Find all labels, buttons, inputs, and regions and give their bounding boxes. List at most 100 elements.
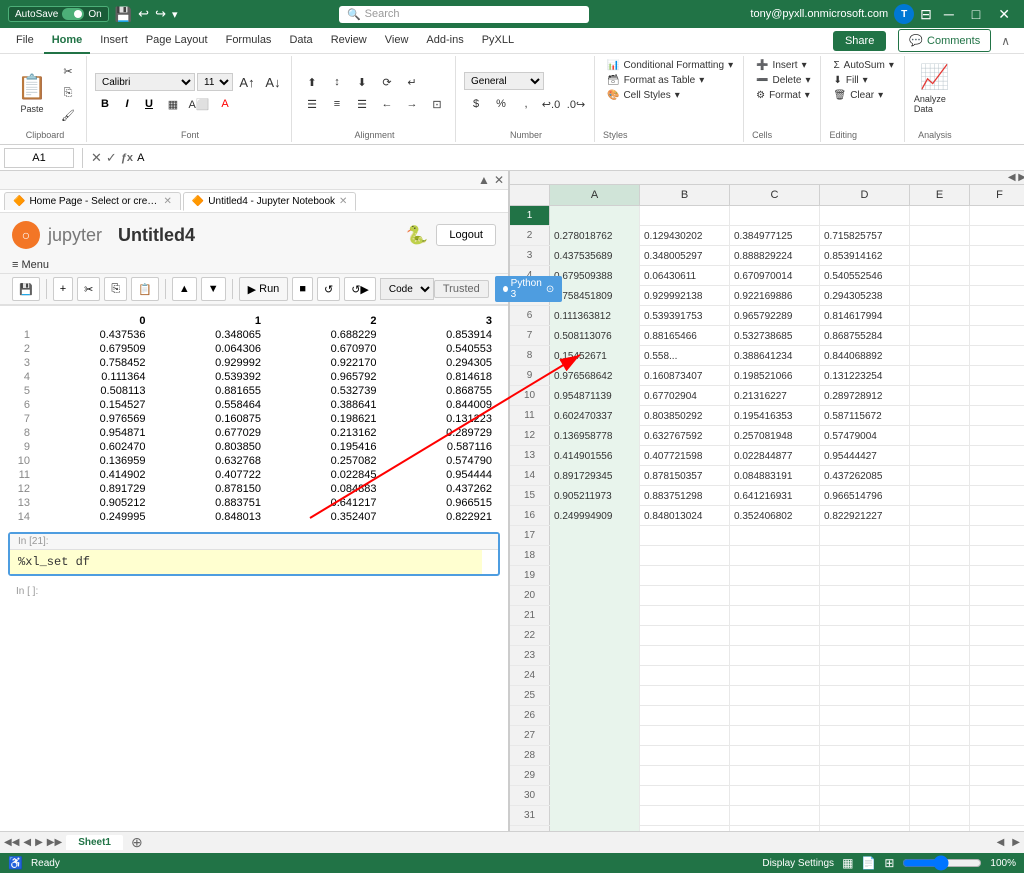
grid-cell[interactable] xyxy=(550,806,640,826)
share-button[interactable]: Share xyxy=(833,31,886,51)
increase-indent-button[interactable]: → xyxy=(400,94,424,114)
grid-cell[interactable] xyxy=(640,586,730,606)
conditional-formatting-button[interactable]: 📊 Conditional Formatting ▾ xyxy=(603,58,737,73)
col-header-d[interactable]: D xyxy=(820,185,910,205)
font-name-select[interactable]: Calibri xyxy=(95,73,195,91)
grid-cell[interactable] xyxy=(820,546,910,566)
customize-icon[interactable]: ▾ xyxy=(172,8,178,21)
grid-cell[interactable] xyxy=(640,626,730,646)
grid-cell[interactable] xyxy=(910,386,970,406)
grid-cell[interactable] xyxy=(550,826,640,831)
delete-cells-button[interactable]: ➖ Delete ▾ xyxy=(752,73,814,88)
grid-cell[interactable] xyxy=(640,766,730,786)
grid-cell[interactable] xyxy=(820,646,910,666)
grid-cell[interactable]: 0.294305238 xyxy=(820,286,910,306)
grid-cell[interactable] xyxy=(550,786,640,806)
autosave-badge[interactable]: AutoSave On xyxy=(8,6,109,22)
grid-cell[interactable] xyxy=(730,586,820,606)
grid-cell[interactable] xyxy=(910,506,970,526)
grid-cell[interactable] xyxy=(730,546,820,566)
sheet-tab-sheet1[interactable]: Sheet1 xyxy=(66,835,123,850)
number-format-select[interactable]: General xyxy=(464,72,544,90)
grid-cell[interactable] xyxy=(550,666,640,686)
grid-cell[interactable] xyxy=(910,806,970,826)
grid-cell[interactable] xyxy=(550,546,640,566)
grid-cell[interactable] xyxy=(970,326,1024,346)
grid-cell[interactable] xyxy=(640,746,730,766)
font-color-button[interactable]: A xyxy=(213,94,237,114)
grid-cell[interactable] xyxy=(910,646,970,666)
grid-cell[interactable] xyxy=(970,366,1024,386)
add-cell-button[interactable]: + xyxy=(53,277,73,301)
currency-button[interactable]: $ xyxy=(464,94,488,114)
grid-cell[interactable] xyxy=(820,686,910,706)
grid-cell[interactable] xyxy=(730,666,820,686)
grid-cell[interactable] xyxy=(820,766,910,786)
cell-styles-button[interactable]: 🎨 Cell Styles ▾ xyxy=(603,88,737,103)
grid-cell[interactable] xyxy=(910,666,970,686)
comments-button[interactable]: 💬 Comments xyxy=(898,29,991,52)
grid-cell[interactable]: 0.15452671 xyxy=(550,346,640,366)
grid-cell[interactable]: 0.929992138 xyxy=(640,286,730,306)
grid-cell[interactable] xyxy=(730,726,820,746)
scroll-sheets-left[interactable]: ◀◀ xyxy=(4,837,19,848)
save-icon[interactable]: 💾 xyxy=(115,6,132,23)
grid-cell[interactable]: 0.679509388 xyxy=(550,266,640,286)
fill-color-button[interactable]: A⬜ xyxy=(187,94,211,114)
grid-cell[interactable]: 0.814617994 xyxy=(820,306,910,326)
font-size-select[interactable]: 11 xyxy=(197,73,233,91)
search-bar[interactable]: 🔍 Search xyxy=(339,6,589,23)
border-button[interactable]: ▦ xyxy=(161,94,185,114)
grid-cell[interactable] xyxy=(640,526,730,546)
grid-cell[interactable]: 0.388641234 xyxy=(730,346,820,366)
save-notebook-button[interactable]: 💾 xyxy=(12,277,40,301)
col-header-a[interactable]: A xyxy=(550,185,640,205)
increase-decimal-button[interactable]: .0↪ xyxy=(564,94,588,114)
grid-cell[interactable]: 0.131223254 xyxy=(820,366,910,386)
home-tab-close[interactable]: ✕ xyxy=(163,196,171,207)
run-button[interactable]: ▶ Run xyxy=(239,277,289,301)
grid-cell[interactable] xyxy=(910,466,970,486)
grid-cell[interactable] xyxy=(970,626,1024,646)
grid-cell[interactable] xyxy=(910,306,970,326)
grid-cell[interactable]: 0.954871139 xyxy=(550,386,640,406)
grid-cell[interactable] xyxy=(820,526,910,546)
cut-button[interactable]: ✂ xyxy=(56,61,80,81)
grid-cell[interactable]: 0.540552546 xyxy=(820,266,910,286)
grid-cell[interactable] xyxy=(730,786,820,806)
grid-cell[interactable] xyxy=(820,586,910,606)
page-break-icon[interactable]: ⊞ xyxy=(884,856,894,870)
col-scroll-icon[interactable]: ◀ ▶ xyxy=(1008,172,1024,183)
grid-cell[interactable] xyxy=(730,806,820,826)
grid-cell[interactable] xyxy=(820,206,910,226)
cell-type-select[interactable]: Code xyxy=(380,278,434,300)
grid-cell[interactable] xyxy=(910,446,970,466)
grid-cell[interactable]: 0.289728912 xyxy=(820,386,910,406)
grid-cell[interactable] xyxy=(970,686,1024,706)
zoom-slider[interactable] xyxy=(902,856,982,870)
grid-cell[interactable] xyxy=(730,526,820,546)
percent-button[interactable]: % xyxy=(489,94,513,114)
tab-pyxll[interactable]: PyXLL xyxy=(474,28,522,54)
grid-cell[interactable] xyxy=(910,606,970,626)
grid-cell[interactable]: 0.084883191 xyxy=(730,466,820,486)
decrease-font-button[interactable]: A↓ xyxy=(261,72,285,92)
grid-cell[interactable] xyxy=(970,286,1024,306)
underline-button[interactable]: U xyxy=(139,95,159,113)
grid-cell[interactable] xyxy=(910,206,970,226)
grid-cell[interactable]: 0.905211973 xyxy=(550,486,640,506)
grid-cell[interactable]: 0.878150357 xyxy=(640,466,730,486)
grid-cell[interactable] xyxy=(550,566,640,586)
grid-cell[interactable]: 0.508113076 xyxy=(550,326,640,346)
grid-cell[interactable]: 0.888829224 xyxy=(730,246,820,266)
grid-cell[interactable] xyxy=(910,566,970,586)
align-bottom-button[interactable]: ⬇ xyxy=(350,72,374,92)
grid-cell[interactable]: 0.129430202 xyxy=(640,226,730,246)
grid-cell[interactable] xyxy=(820,606,910,626)
accessibility-icon[interactable]: ♿ xyxy=(8,856,23,870)
insert-cells-button[interactable]: ➕ Insert ▾ xyxy=(752,58,814,73)
col-header-b[interactable]: B xyxy=(640,185,730,205)
logout-button[interactable]: Logout xyxy=(436,224,496,246)
scroll-sheets-right[interactable]: ▶▶ xyxy=(47,837,62,848)
jupyter-menu-item[interactable]: ≡ Menu xyxy=(12,259,49,271)
